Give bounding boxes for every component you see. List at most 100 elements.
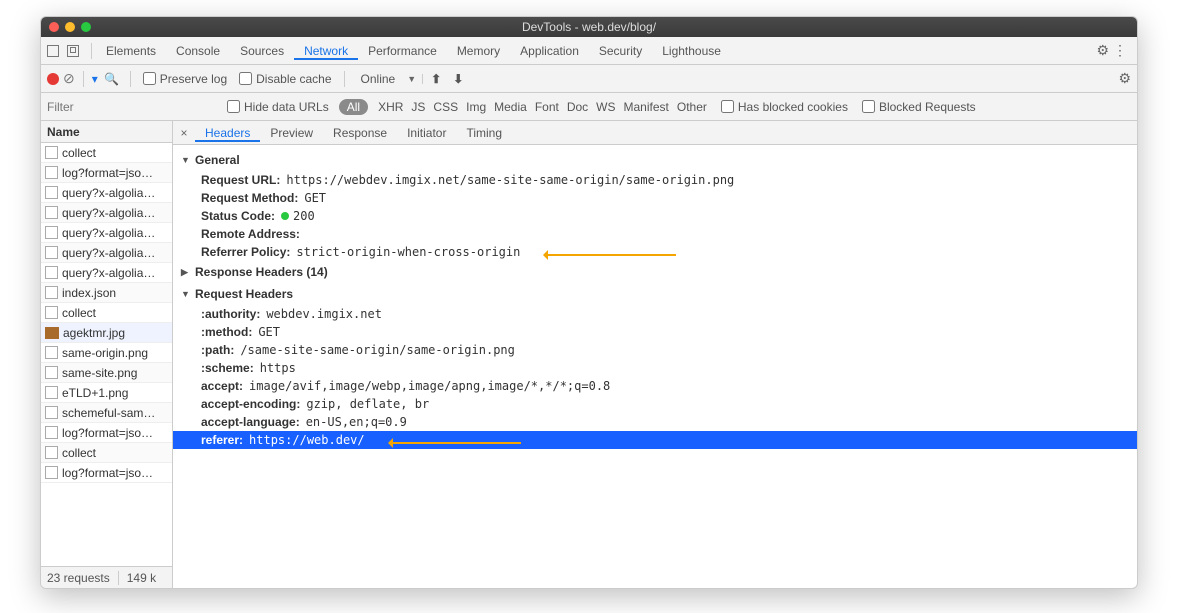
tab-security[interactable]: Security <box>589 44 652 58</box>
request-headers-toggle[interactable]: ▼ Request Headers <box>173 283 1137 305</box>
request-row[interactable]: collect <box>41 443 172 463</box>
filter-toggle-button[interactable]: ▾ <box>92 72 98 86</box>
request-row[interactable]: query?x-algolia… <box>41 263 172 283</box>
throttling-select[interactable]: Online <box>353 72 404 86</box>
detail-tab-response[interactable]: Response <box>323 126 397 140</box>
has-blocked-cookies-checkbox[interactable]: Has blocked cookies <box>717 100 852 114</box>
filter-type-font[interactable]: Font <box>531 100 563 114</box>
request-row[interactable]: log?format=jso… <box>41 463 172 483</box>
request-row[interactable]: agektmr.jpg <box>41 323 172 343</box>
header-key: :path: <box>201 343 234 357</box>
request-row[interactable]: collect <box>41 143 172 163</box>
clear-button[interactable]: ⊘ <box>63 70 75 87</box>
close-details-button[interactable]: × <box>173 126 195 140</box>
status-code-value: 200 <box>281 209 315 223</box>
chevron-down-icon[interactable]: ▼ <box>407 74 423 84</box>
request-row-label: query?x-algolia… <box>62 266 155 280</box>
header-row: accept-encoding:gzip, deflate, br <box>173 395 1137 413</box>
tab-application[interactable]: Application <box>510 44 589 58</box>
hide-data-urls-input[interactable] <box>227 100 240 113</box>
blocked-requests-checkbox[interactable]: Blocked Requests <box>858 100 980 114</box>
filter-type-other[interactable]: Other <box>673 100 711 114</box>
network-settings-button[interactable]: ⚙ <box>1118 70 1131 87</box>
request-row[interactable]: query?x-algolia… <box>41 203 172 223</box>
preserve-log-input[interactable] <box>143 72 156 85</box>
request-row-label: query?x-algolia… <box>62 226 155 240</box>
filter-type-media[interactable]: Media <box>490 100 531 114</box>
detail-tab-timing[interactable]: Timing <box>456 126 512 140</box>
tab-memory[interactable]: Memory <box>447 44 510 58</box>
response-headers-toggle[interactable]: ▶ Response Headers (14) <box>173 261 1137 283</box>
tab-performance[interactable]: Performance <box>358 44 447 58</box>
search-button[interactable]: 🔍 <box>102 72 122 86</box>
header-key: accept: <box>201 379 243 393</box>
detail-tab-preview[interactable]: Preview <box>260 126 323 140</box>
detail-tab-headers[interactable]: Headers <box>195 126 260 142</box>
filter-type-xhr[interactable]: XHR <box>374 100 407 114</box>
request-row-label: query?x-algolia… <box>62 206 155 220</box>
download-har-button[interactable]: ⬇ <box>449 72 467 86</box>
network-subbar: ⊘ ▾ 🔍 Preserve log Disable cache Online … <box>41 65 1137 93</box>
request-row[interactable]: log?format=jso… <box>41 163 172 183</box>
maximize-window-icon[interactable] <box>81 22 91 32</box>
filter-bar: Hide data URLs All XHRJSCSSImgMediaFontD… <box>41 93 1137 121</box>
requests-count: 23 requests <box>47 571 110 585</box>
request-list-header[interactable]: Name <box>41 121 172 143</box>
tab-sources[interactable]: Sources <box>230 44 294 58</box>
general-section-toggle[interactable]: ▼ General <box>173 149 1137 171</box>
header-row: :authority:webdev.imgix.net <box>173 305 1137 323</box>
request-row[interactable]: query?x-algolia… <box>41 183 172 203</box>
traffic-lights[interactable] <box>49 22 91 32</box>
tab-elements[interactable]: Elements <box>96 44 166 58</box>
status-code-row: Status Code: 200 <box>173 207 1137 225</box>
request-row[interactable]: index.json <box>41 283 172 303</box>
tab-console[interactable]: Console <box>166 44 230 58</box>
request-row-label: collect <box>62 446 96 460</box>
request-row[interactable]: same-origin.png <box>41 343 172 363</box>
device-toggle-button[interactable] <box>67 45 79 57</box>
select-element-icon <box>47 45 59 57</box>
filter-type-manifest[interactable]: Manifest <box>620 100 673 114</box>
disable-cache-input[interactable] <box>239 72 252 85</box>
filter-type-doc[interactable]: Doc <box>563 100 592 114</box>
tab-network[interactable]: Network <box>294 44 358 60</box>
filter-type-all[interactable]: All <box>339 99 368 115</box>
settings-button[interactable]: ⚙ <box>1096 42 1109 59</box>
request-row[interactable]: schemeful-sam… <box>41 403 172 423</box>
blocked-requests-label: Blocked Requests <box>879 100 976 114</box>
header-key: :method: <box>201 325 252 339</box>
request-row[interactable]: same-site.png <box>41 363 172 383</box>
request-row[interactable]: query?x-algolia… <box>41 223 172 243</box>
detail-tab-initiator[interactable]: Initiator <box>397 126 456 140</box>
filter-input[interactable] <box>47 96 217 118</box>
upload-har-button[interactable]: ⬆ <box>427 72 445 86</box>
request-row[interactable]: query?x-algolia… <box>41 243 172 263</box>
tri-down-icon: ▼ <box>181 155 191 165</box>
filter-type-ws[interactable]: WS <box>592 100 619 114</box>
file-icon <box>45 246 58 259</box>
blocked-requests-input[interactable] <box>862 100 875 113</box>
inspect-element-button[interactable] <box>47 45 59 57</box>
tab-lighthouse[interactable]: Lighthouse <box>652 44 731 58</box>
more-menu-button[interactable]: ⋮ <box>1109 42 1131 59</box>
close-window-icon[interactable] <box>49 22 59 32</box>
has-blocked-cookies-input[interactable] <box>721 100 734 113</box>
request-row[interactable]: collect <box>41 303 172 323</box>
file-icon <box>45 386 58 399</box>
minimize-window-icon[interactable] <box>65 22 75 32</box>
filter-type-css[interactable]: CSS <box>429 100 462 114</box>
disable-cache-checkbox[interactable]: Disable cache <box>235 72 335 86</box>
preserve-log-checkbox[interactable]: Preserve log <box>139 72 231 86</box>
filter-type-js[interactable]: JS <box>407 100 429 114</box>
request-row[interactable]: log?format=jso… <box>41 423 172 443</box>
hide-data-urls-checkbox[interactable]: Hide data URLs <box>223 100 333 114</box>
header-row: :path:/same-site-same-origin/same-origin… <box>173 341 1137 359</box>
referrer-policy-value: strict-origin-when-cross-origin <box>296 245 520 259</box>
status-dot-icon <box>281 212 289 220</box>
titlebar: DevTools - web.dev/blog/ <box>41 17 1137 37</box>
request-list: Name collectlog?format=jso…query?x-algol… <box>41 121 173 588</box>
filter-type-img[interactable]: Img <box>462 100 490 114</box>
file-icon <box>45 146 58 159</box>
record-button[interactable] <box>47 73 59 85</box>
request-row[interactable]: eTLD+1.png <box>41 383 172 403</box>
